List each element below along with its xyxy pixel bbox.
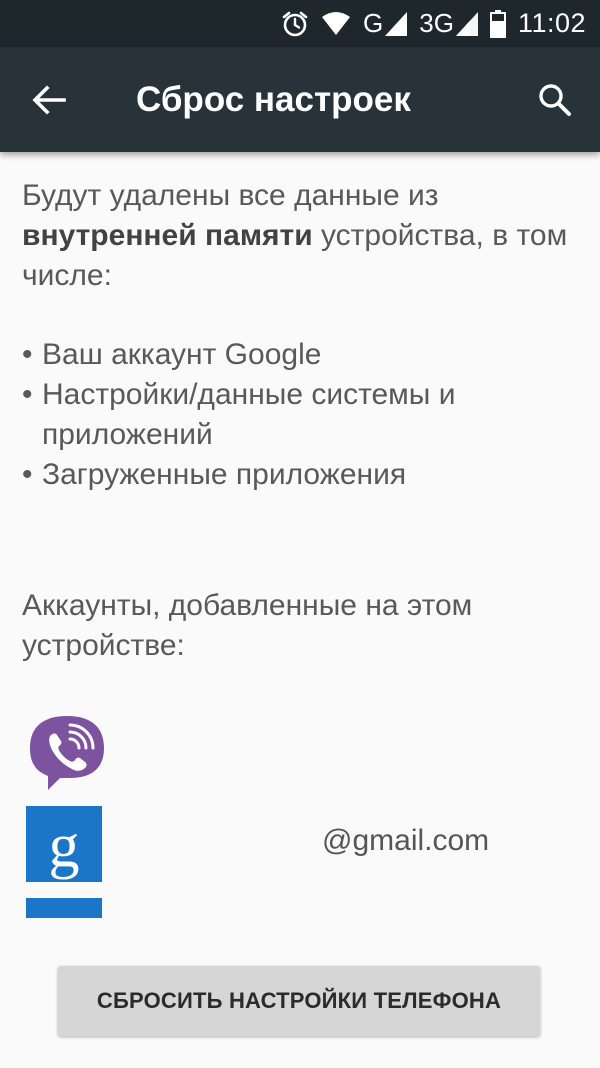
accounts-heading: Аккаунты, добавленные на этом устройстве… [22, 589, 473, 662]
svg-text:g: g [49, 904, 80, 918]
page-title: Сброс настроек [136, 80, 411, 119]
accounts-list: g @gmail.com g [26, 712, 586, 918]
list-item: g [26, 898, 566, 918]
network-g-indicator: G [363, 8, 408, 39]
list-item [26, 712, 566, 792]
arrow-left-icon [32, 85, 66, 115]
app-bar: Сброс настроек [0, 47, 600, 152]
reset-phone-button[interactable]: СБРОСИТЬ НАСТРОЙКИ ТЕЛЕФОНА [58, 966, 540, 1036]
signal-icon [455, 11, 478, 36]
list-item: Ваш аккаунт Google [22, 335, 582, 375]
network-g-label: G [363, 8, 384, 38]
list-item: g @gmail.com [26, 806, 566, 886]
alarm-icon [281, 10, 309, 38]
data-list: Ваш аккаунт Google Настройки/данные сист… [22, 335, 582, 495]
search-button[interactable] [526, 71, 584, 129]
status-icons: G 3G 11:02 [281, 0, 586, 47]
reset-description: Будут удалены все данные из внутренней п… [22, 176, 582, 495]
intro-bold: внутренней памяти [22, 219, 313, 252]
back-button[interactable] [20, 71, 78, 129]
wifi-icon [321, 11, 351, 37]
signal-icon [385, 11, 408, 36]
battery-icon [489, 9, 506, 38]
search-icon [539, 84, 571, 116]
list-item: Загруженные приложения [22, 455, 582, 495]
network-3g-label: 3G [419, 8, 454, 38]
status-time: 11:02 [517, 8, 586, 38]
network-3g-indicator: 3G [419, 8, 478, 39]
list-item: Настройки/данные системы и приложений [22, 375, 582, 455]
status-bar: G 3G 11:02 [0, 0, 600, 47]
viber-icon [26, 712, 108, 799]
intro-text: Будут удалены все данные из внутренней п… [22, 176, 582, 296]
intro-prefix: Будут удалены все данные из [22, 179, 439, 212]
google-icon: g [26, 898, 102, 918]
google-icon: g [26, 806, 102, 887]
account-email: @gmail.com [322, 824, 490, 857]
svg-text:g: g [49, 812, 80, 880]
